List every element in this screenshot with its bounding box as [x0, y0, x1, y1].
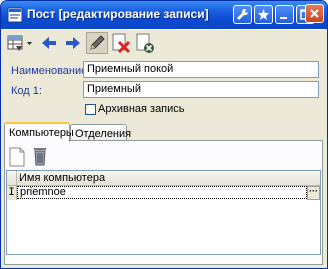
forward-arrow-icon	[66, 37, 80, 49]
trash-button[interactable]	[31, 146, 53, 168]
wrench-icon	[237, 8, 249, 20]
toolbar	[4, 29, 324, 57]
forward-button[interactable]	[62, 32, 84, 54]
new-record-button[interactable]	[8, 147, 30, 169]
editor-window: Пост [редактирование записи] Наименовани…	[0, 0, 328, 269]
edit-button[interactable]	[86, 32, 108, 54]
row-edit-marker: I	[7, 186, 17, 200]
delete-doc-icon	[112, 33, 131, 54]
toolbar-separator	[4, 29, 324, 30]
back-arrow-icon	[42, 37, 56, 49]
window-title: Пост [редактирование записи]	[27, 7, 209, 21]
cancel-doc-icon	[136, 33, 154, 53]
computer-name-cell[interactable]: priemnoe	[17, 186, 307, 199]
minimize-button[interactable]	[275, 5, 294, 24]
grid-header-corner	[7, 171, 17, 185]
computers-grid: Имя компьютера I priemnoe ···	[6, 170, 321, 255]
app-icon	[7, 7, 23, 23]
code-field[interactable]: Приемный	[83, 81, 319, 98]
minimize-icon	[280, 17, 287, 19]
ellipsis-button[interactable]: ···	[307, 186, 320, 200]
archive-label[interactable]: Архивная запись	[98, 103, 185, 115]
wrench-button[interactable]	[233, 5, 252, 24]
title-bar[interactable]: Пост [редактирование записи]	[1, 1, 327, 29]
close-button[interactable]	[305, 4, 324, 23]
grid-dropdown-button[interactable]	[6, 32, 34, 54]
tab-departments-label: Отделения	[75, 128, 132, 140]
grid-header: Имя компьютера	[7, 171, 320, 186]
back-button[interactable]	[38, 32, 60, 54]
grid-dropdown-icon	[7, 35, 32, 51]
tab-computers[interactable]: Компьютеры	[4, 122, 74, 142]
delete-doc-button[interactable]	[110, 32, 132, 54]
pencil-icon	[90, 35, 105, 50]
archive-checkbox[interactable]	[85, 104, 96, 115]
trash-icon	[34, 148, 46, 166]
tab-computers-label: Компьютеры	[9, 127, 74, 139]
close-icon	[310, 9, 319, 18]
cancel-doc-button[interactable]	[134, 32, 156, 54]
column-header-computer-name[interactable]: Имя компьютера	[19, 172, 105, 184]
code-label: Код 1:	[11, 85, 42, 97]
table-row[interactable]: I priemnoe ···	[7, 186, 320, 200]
new-document-icon	[9, 147, 25, 167]
name-field[interactable]: Приемный покой	[83, 61, 319, 78]
name-label: Наименование:	[11, 65, 91, 77]
star-icon	[258, 9, 269, 20]
star-button[interactable]	[254, 5, 273, 24]
